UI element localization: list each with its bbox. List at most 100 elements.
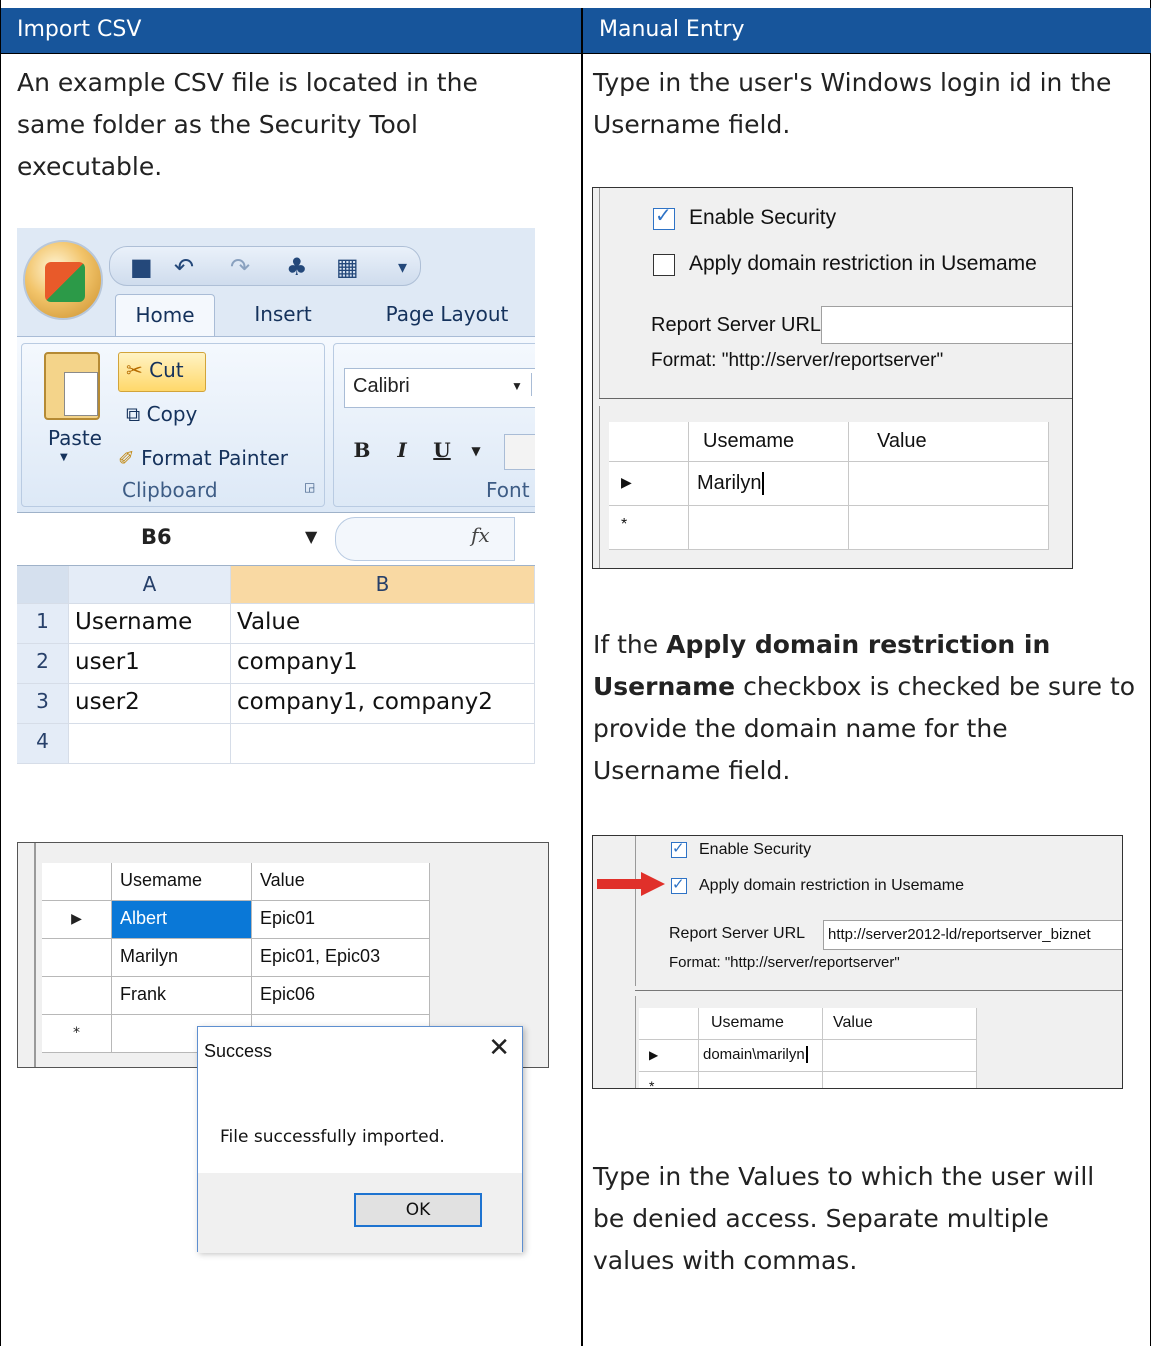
row-header-4[interactable]: 4 bbox=[17, 724, 69, 764]
cell-b3[interactable]: company1, company2 bbox=[231, 684, 535, 724]
apply-domain-checkbox[interactable] bbox=[653, 254, 675, 276]
cell-b2[interactable]: company1 bbox=[231, 644, 535, 684]
font-group-label: Font bbox=[486, 478, 530, 502]
cell-username-1[interactable]: Albert bbox=[112, 901, 252, 939]
import-intro-line-3: executable. bbox=[17, 152, 163, 181]
row-header bbox=[42, 977, 112, 1015]
cell-value-input[interactable] bbox=[823, 1040, 977, 1072]
new-row-marker: * bbox=[649, 1078, 655, 1089]
new-row-cell: * bbox=[609, 506, 689, 550]
dialog-launcher-icon[interactable]: ◲ bbox=[304, 480, 315, 494]
share-icon[interactable]: ♣ bbox=[286, 253, 308, 281]
cell-a2[interactable]: user1 bbox=[69, 644, 231, 684]
underline-dropdown-icon[interactable]: ▼ bbox=[460, 434, 492, 470]
save-icon[interactable]: ■ bbox=[130, 253, 153, 281]
grid-corner bbox=[609, 422, 689, 462]
cell-value-new[interactable] bbox=[823, 1072, 977, 1088]
cell-username-2[interactable]: Marilyn bbox=[112, 939, 252, 977]
tab-home[interactable]: Home bbox=[115, 294, 215, 336]
apply-domain-checkbox[interactable]: ✓ bbox=[671, 876, 687, 894]
cell-a3[interactable]: user2 bbox=[69, 684, 231, 724]
cell-a1[interactable]: Username bbox=[69, 604, 231, 644]
office-button[interactable] bbox=[23, 240, 103, 320]
grid-header-username[interactable]: Usemame bbox=[112, 863, 252, 901]
domain-note-line-2: Username checkbox is checked be sure to bbox=[593, 666, 1135, 708]
row-header bbox=[42, 939, 112, 977]
header-import-csv: Import CSV bbox=[1, 8, 581, 53]
new-row-cell: * bbox=[639, 1072, 699, 1089]
underline-button[interactable]: U bbox=[426, 434, 458, 470]
undo-icon[interactable]: ↶ bbox=[174, 253, 194, 281]
grid-header-username-text: Usemame bbox=[711, 1014, 784, 1031]
dialog-footer: OK bbox=[198, 1173, 522, 1253]
grid-edge bbox=[599, 406, 600, 568]
close-icon[interactable]: ✕ bbox=[488, 1033, 510, 1063]
cell-value-1[interactable]: Epic01 bbox=[252, 901, 430, 939]
cell-username-input[interactable]: domain\marilyn bbox=[699, 1040, 823, 1072]
paste-button[interactable]: Paste bbox=[48, 426, 102, 450]
domain-note-line-4: Username field. bbox=[593, 756, 791, 785]
italic-button[interactable]: I bbox=[386, 434, 418, 470]
cut-row[interactable]: ✂ Cut bbox=[126, 358, 184, 382]
manual-intro-line-1: Type in the user's Windows login id in t… bbox=[593, 68, 1112, 97]
grid-header-value[interactable]: Value bbox=[252, 863, 430, 901]
clipboard-group-label: Clipboard bbox=[122, 478, 218, 502]
excel-title-area: ■ ↶ ↷ ♣ ▦ ▾ Home Insert Page Layout bbox=[17, 228, 535, 336]
tab-insert[interactable]: Insert bbox=[243, 294, 323, 336]
customize-icon[interactable]: ▾ bbox=[398, 257, 407, 278]
cell-value-2[interactable]: Epic01, Epic03 bbox=[252, 939, 430, 977]
cell-a4[interactable] bbox=[69, 724, 231, 764]
cell-value-new[interactable] bbox=[849, 506, 1049, 550]
copy-row[interactable]: ⧉ Copy bbox=[126, 402, 197, 426]
column-header-b[interactable]: B bbox=[231, 566, 535, 604]
bold-button[interactable]: B bbox=[346, 434, 378, 470]
font-size-value[interactable]: 1 bbox=[531, 373, 535, 396]
settings-screenshot-2: ✓ Enable Security ✓ Apply domain restric… bbox=[592, 835, 1123, 1089]
row-header-3[interactable]: 3 bbox=[17, 684, 69, 724]
cell-username-input[interactable]: Marilyn bbox=[689, 462, 849, 506]
cell-username-new[interactable] bbox=[699, 1072, 823, 1088]
grid-header-username[interactable]: Usemame bbox=[689, 422, 849, 462]
format-hint: Format: "http://server/reportserver" bbox=[669, 954, 900, 971]
row-header-1[interactable]: 1 bbox=[17, 604, 69, 644]
grid-header-username[interactable]: Usemame bbox=[699, 1008, 823, 1040]
copy-icon: ⧉ bbox=[126, 402, 141, 426]
cell-b1[interactable]: Value bbox=[231, 604, 535, 644]
tab-page-layout[interactable]: Page Layout bbox=[367, 294, 527, 336]
paste-dropdown-icon[interactable]: ▼ bbox=[60, 452, 68, 463]
grid-corner bbox=[42, 863, 112, 901]
borders-icon[interactable] bbox=[504, 434, 535, 470]
cell-value-input[interactable] bbox=[849, 462, 1049, 506]
panel-edge bbox=[34, 843, 36, 1067]
values-line-3: values with commas. bbox=[593, 1246, 858, 1275]
name-box-dropdown-icon[interactable]: ▼ bbox=[305, 527, 317, 546]
ok-button[interactable]: OK bbox=[354, 1193, 482, 1227]
enable-security-label: Enable Security bbox=[689, 206, 837, 229]
row-header-2[interactable]: 2 bbox=[17, 644, 69, 684]
quick-access-toolbar: ■ ↶ ↷ ♣ ▦ ▾ bbox=[109, 246, 421, 286]
report-server-url-input[interactable]: http://server2012-ld/reportserver_biznet bbox=[823, 920, 1122, 950]
function-icon[interactable]: fx bbox=[471, 523, 490, 547]
name-box[interactable]: B6 bbox=[17, 513, 335, 565]
select-all-corner[interactable] bbox=[17, 566, 69, 604]
enable-security-checkbox[interactable]: ✓ bbox=[671, 840, 687, 858]
grid-header-value[interactable]: Value bbox=[849, 422, 1049, 462]
header-manual-entry: Manual Entry bbox=[583, 8, 1151, 53]
cell-username-new[interactable] bbox=[689, 506, 849, 550]
cell-username-3[interactable]: Frank bbox=[112, 977, 252, 1015]
cell-b4[interactable] bbox=[231, 724, 535, 764]
values-line-2: be denied access. Separate multiple bbox=[593, 1204, 1049, 1233]
cell-value-3[interactable]: Epic06 bbox=[252, 977, 430, 1015]
new-row-marker: * bbox=[42, 1015, 112, 1053]
column-header-a[interactable]: A bbox=[69, 566, 231, 604]
report-server-label: Report Server URL bbox=[669, 925, 806, 942]
copy-label: Copy bbox=[146, 402, 198, 426]
paste-icon[interactable] bbox=[44, 352, 100, 420]
font-name-select[interactable]: Calibri ▼ 1 bbox=[344, 368, 535, 408]
format-painter-row[interactable]: ✐ Format Painter bbox=[118, 446, 288, 470]
enable-security-checkbox[interactable]: ✓ bbox=[653, 205, 675, 230]
redo-icon[interactable]: ↷ bbox=[230, 253, 250, 281]
report-server-url-input[interactable] bbox=[821, 306, 1072, 344]
calculator-icon[interactable]: ▦ bbox=[336, 253, 359, 281]
grid-header-value[interactable]: Value bbox=[823, 1008, 977, 1040]
